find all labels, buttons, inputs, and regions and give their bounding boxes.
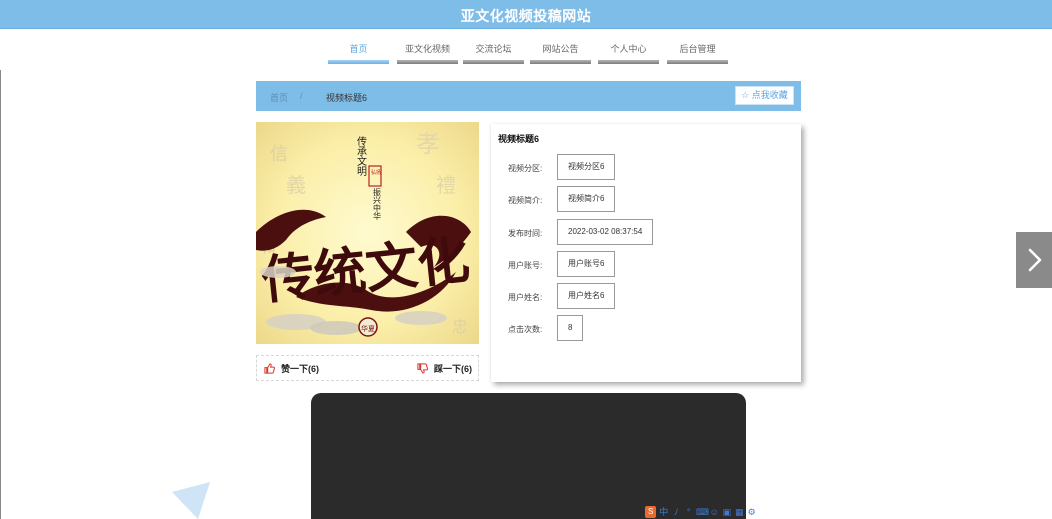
ime-mode-toggle[interactable]: 中: [658, 507, 669, 518]
cover-side-text: 传承文明: [355, 136, 367, 177]
nav-item-label: 后台管理: [679, 44, 716, 54]
video-title: 视频标题6: [498, 134, 540, 144]
video-player[interactable]: [311, 393, 746, 519]
ime-keyboard-icon[interactable]: ⌨: [696, 507, 709, 518]
nav-item-forum[interactable]: 交流论坛: [463, 40, 524, 64]
cover-seal-bottom-text: 华夏: [361, 324, 375, 333]
nav-item-label: 首页: [349, 44, 368, 54]
cover-side-text-2: 振兴中华: [373, 187, 382, 221]
ime-punctuation-icon[interactable]: ﾉ: [671, 507, 682, 518]
left-edge-line: [0, 70, 1, 519]
nav-underline: [667, 60, 728, 64]
nav-item-home[interactable]: 首页: [328, 40, 389, 64]
ime-logo-icon: S: [645, 506, 657, 518]
field-value-click-count: 8: [557, 315, 584, 341]
nav-item-label: 个人中心: [610, 44, 647, 54]
field-value-description: 视频简介6: [557, 186, 616, 212]
thumbs-up-icon: [264, 363, 275, 374]
nav-underline: [463, 60, 524, 64]
nav-underline: [530, 60, 591, 64]
nav-item-label: 交流论坛: [475, 44, 512, 54]
nav-item-label: 网站公告: [542, 44, 579, 54]
field-label-user-name: 用户姓名:: [508, 293, 543, 302]
ime-emoji-icon[interactable]: ☺: [709, 507, 720, 518]
nav-underline: [328, 60, 389, 64]
field-value-category: 视频分区6: [557, 154, 616, 180]
field-value-publish-time: 2022-03-02 08:37:54: [557, 219, 654, 245]
field-label-category: 视频分区:: [508, 164, 543, 173]
field-label-user-account: 用户账号:: [508, 261, 543, 270]
breadcrumb-current: 视频标题6: [326, 93, 368, 103]
cover-artwork: 信 義 孝 禮 忠 和 传承文明 弘扬 振兴中华 传统文化 华夏: [256, 122, 479, 344]
nav-item-label: 亚文化视频: [404, 44, 450, 54]
like-button[interactable]: 赞一下(6): [264, 362, 319, 375]
svg-text:信: 信: [270, 144, 288, 165]
dislike-label: 踩一下(6): [434, 364, 472, 374]
field-label-publish-time: 发布时间:: [508, 229, 543, 238]
nav-item-videos[interactable]: 亚文化视频: [397, 40, 458, 64]
ime-fullwidth-icon[interactable]: °: [683, 507, 694, 518]
nav-item-personal-center[interactable]: 个人中心: [598, 40, 659, 64]
chevron-right-icon: [1028, 248, 1042, 272]
thumbs-down-icon: [417, 363, 428, 374]
field-value-user-account: 用户账号6: [557, 251, 616, 277]
dislike-button[interactable]: 踩一下(6): [417, 362, 472, 375]
vote-box: 赞一下(6) 踩一下(6): [256, 355, 479, 381]
video-cover-image[interactable]: 信 義 孝 禮 忠 和 传承文明 弘扬 振兴中华 传统文化 华夏: [256, 122, 479, 344]
ime-skin-icon[interactable]: ▦: [734, 507, 745, 518]
nav-item-admin[interactable]: 后台管理: [667, 40, 728, 64]
breadcrumb-separator: /: [300, 91, 303, 101]
breadcrumb-home-link[interactable]: 首页: [270, 91, 288, 104]
cover-seal-top-text: 弘扬: [371, 169, 381, 176]
svg-text:禮: 禮: [436, 173, 456, 197]
ime-settings-icon[interactable]: ⚙: [746, 507, 757, 518]
video-detail-card: 视频标题6 视频分区: 视频分区6 视频简介: 视频简介6 发布时间: 2022…: [491, 124, 801, 382]
favorite-label: 点我收藏: [751, 90, 788, 100]
svg-text:義: 義: [286, 173, 306, 197]
field-label-description: 视频简介:: [508, 196, 543, 205]
svg-text:孝: 孝: [416, 130, 440, 158]
nav-underline: [598, 60, 659, 64]
slider-next-button[interactable]: [1016, 232, 1052, 288]
nav-underline: [397, 60, 458, 64]
like-label: 赞一下(6): [281, 364, 319, 374]
decorative-triangle-icon: [172, 482, 210, 519]
ime-toolbar[interactable]: S 中 ﾉ ° ⌨ ☺ ▣ ▦ ⚙: [645, 505, 757, 519]
favorite-button[interactable]: ☆ 点我收藏: [735, 86, 794, 105]
site-title: 亚文化视频投稿网站: [460, 8, 592, 24]
top-header-bar: 亚文化视频投稿网站: [0, 0, 1052, 29]
field-label-click-count: 点击次数:: [508, 325, 543, 334]
ime-toolbox-icon[interactable]: ▣: [721, 507, 732, 518]
nav-item-announcements[interactable]: 网站公告: [530, 40, 591, 64]
breadcrumb: 首页 / 视频标题6 ☆ 点我收藏: [256, 81, 801, 111]
svg-text:忠: 忠: [452, 317, 468, 336]
star-outline-icon: ☆: [741, 90, 750, 100]
field-value-user-name: 用户姓名6: [557, 283, 616, 309]
